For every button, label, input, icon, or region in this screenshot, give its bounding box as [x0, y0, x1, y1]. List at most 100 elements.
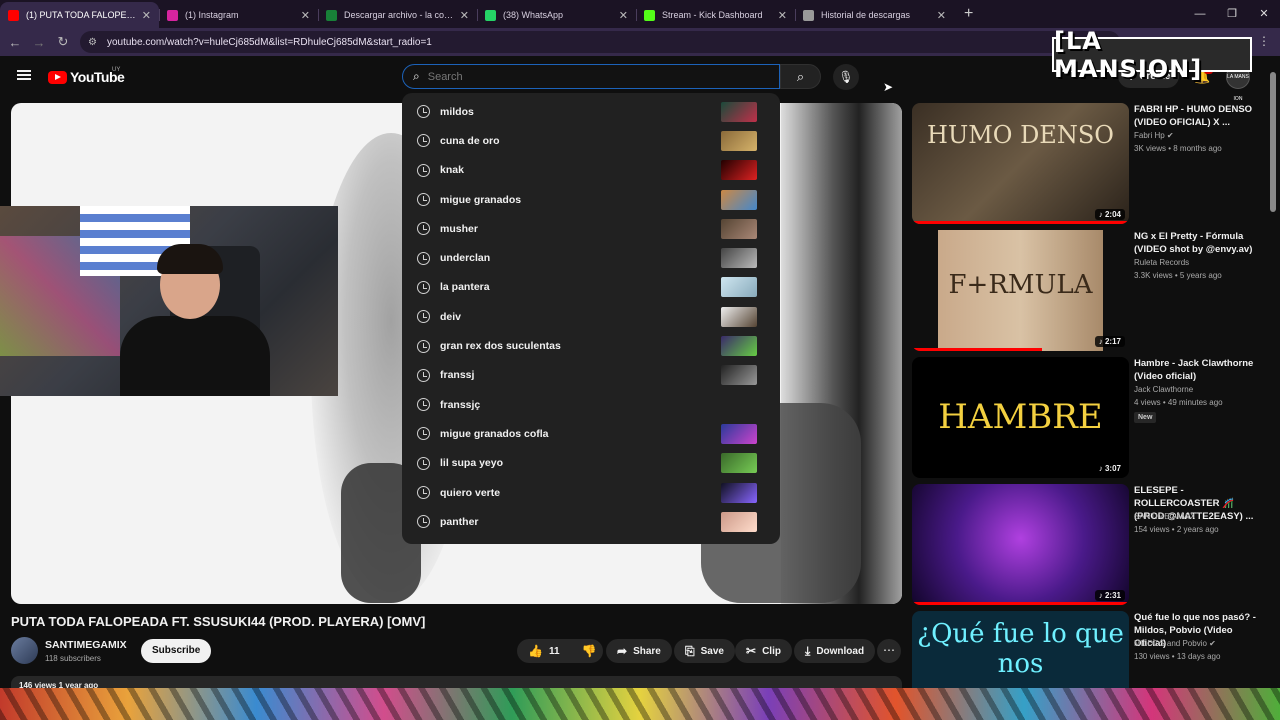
browser-tab[interactable]: (1) Instagram ✕: [159, 2, 318, 28]
window-controls: — ❐ ✕: [1184, 0, 1280, 28]
channel-avatar[interactable]: [11, 637, 38, 664]
suggestion-text: musher: [440, 222, 478, 235]
recommended-title[interactable]: FABRI HP - HUMO DENSO (VIDEO OFICIAL) X …: [1134, 103, 1264, 129]
duration-text: 2:31: [1104, 591, 1121, 600]
tab-title: Historial de descargas: [821, 10, 911, 20]
dislike-button[interactable]: 👎: [571, 639, 608, 663]
close-window-button[interactable]: ✕: [1248, 0, 1280, 28]
download-button[interactable]: ⤓ Download: [794, 639, 876, 663]
recommended-channel[interactable]: Fabri Hp ✔: [1134, 131, 1174, 140]
recommended-video[interactable]: ♪ 2:31 ELESEPE - ROLLERCOASTER 🎢 (PROD @M…: [912, 484, 1272, 605]
history-icon: [417, 222, 430, 236]
kick-icon: [644, 9, 655, 21]
search-suggestion[interactable]: mildos: [402, 97, 780, 126]
search-suggestion[interactable]: panther: [402, 507, 780, 536]
reload-button[interactable]: ↻: [51, 34, 75, 50]
recommended-video[interactable]: HUMO DENSO ♪ 2:04 FABRI HP - HUMO DENSO (V…: [912, 103, 1272, 224]
search-suggestion[interactable]: deiv: [402, 302, 780, 331]
back-button[interactable]: ←: [3, 35, 27, 50]
suggestion-text: migue granados: [440, 193, 522, 206]
search-suggestion[interactable]: franssjç: [402, 390, 780, 419]
browser-tab[interactable]: Stream - Kick Dashboard ✕: [636, 2, 795, 28]
search-suggestion[interactable]: underclan: [402, 243, 780, 272]
search-suggestion[interactable]: migue granados: [402, 185, 780, 214]
search-input[interactable]: [427, 70, 728, 83]
minimize-button[interactable]: —: [1184, 0, 1216, 28]
like-dislike-group: 👍 11 👎: [517, 639, 603, 663]
stream-overlay-banner: [0, 688, 1280, 720]
close-tab-icon[interactable]: ✕: [142, 9, 151, 22]
scrollbar-thumb[interactable]: [1270, 72, 1276, 212]
browser-tab[interactable]: (38) WhatsApp ✕: [477, 2, 636, 28]
duration-badge: ♪ 2:17: [1094, 336, 1125, 347]
search-suggestion[interactable]: musher: [402, 214, 780, 243]
recommended-title[interactable]: Hambre - Jack Clawthorne (Video oficial): [1134, 357, 1264, 383]
voice-search-button[interactable]: 🎙: [833, 64, 859, 90]
video-thumbnail[interactable]: HUMO DENSO ♪ 2:04: [912, 103, 1129, 224]
tab-title: (1) Instagram: [185, 10, 239, 20]
restore-button[interactable]: ❐: [1216, 0, 1248, 28]
search-suggestion[interactable]: quiero verte: [402, 478, 780, 507]
watch-progress-bar: [912, 602, 1129, 605]
hamburger-menu-icon[interactable]: [17, 70, 31, 80]
search-suggestion[interactable]: migue granados cofla: [402, 419, 780, 448]
search-button[interactable]: ⌕: [780, 64, 821, 89]
close-tab-icon[interactable]: ✕: [937, 9, 946, 22]
search-suggestion[interactable]: lil supa yeyo: [402, 449, 780, 478]
clip-button[interactable]: ✂ Clip: [735, 639, 792, 663]
recommended-video[interactable]: HAMBRE ♪ 3:07 Hambre - Jack Clawthorne (Vi…: [912, 357, 1272, 478]
search-suggestion[interactable]: la pantera: [402, 273, 780, 302]
suggestion-thumbnail: [721, 160, 757, 181]
channel-name[interactable]: SANTIMEGAMIX: [45, 639, 127, 651]
browser-menu-icon[interactable]: ⋮: [1258, 34, 1270, 48]
browser-tab[interactable]: (1) PUTA TODA FALOPEADA FT. ✕: [0, 2, 159, 28]
video-thumbnail[interactable]: HAMBRE ♪ 3:07: [912, 357, 1129, 478]
more-actions-icon[interactable]: ⋯: [877, 639, 901, 663]
save-button[interactable]: ⎘ Save: [674, 639, 735, 663]
suggestion-text: migue granados cofla: [440, 427, 549, 440]
mouse-cursor-icon: ➤: [883, 80, 894, 94]
close-tab-icon[interactable]: ✕: [778, 9, 787, 22]
like-button[interactable]: 👍 11: [517, 639, 571, 663]
address-bar[interactable]: ⚙ youtube.com/watch?v=huleCj685dM&list=R…: [80, 31, 1120, 53]
close-tab-icon[interactable]: ✕: [460, 9, 469, 22]
recommended-channel[interactable]: SANTIMEGAMIX: [1134, 512, 1195, 521]
search-icon: ⌕: [413, 69, 420, 83]
search-suggestion[interactable]: knak: [402, 156, 780, 185]
recommended-title[interactable]: NG x El Pretty - Fórmula (VIDEO shot by …: [1134, 230, 1264, 256]
recommended-channel[interactable]: Ruleta Records: [1134, 258, 1189, 267]
site-info-icon[interactable]: ⚙: [88, 37, 97, 48]
suggestion-text: panther: [440, 515, 479, 528]
search-suggestion[interactable]: gran rex dos suculentas: [402, 331, 780, 360]
recommended-channel[interactable]: MILDOS and Pobvio ✔: [1134, 639, 1216, 648]
duration-text: 2:17: [1104, 337, 1121, 346]
browser-tab-strip: (1) PUTA TODA FALOPEADA FT.✕(1) Instagra…: [0, 0, 1280, 28]
video-thumbnail[interactable]: F+RMULA ♪ 2:17: [912, 230, 1129, 351]
search-box[interactable]: ⌕: [402, 64, 780, 89]
search-suggestion[interactable]: franssj: [402, 361, 780, 390]
recommended-channel[interactable]: Jack Clawthorne: [1134, 385, 1193, 394]
duration-badge: ♪ 3:07: [1094, 463, 1125, 474]
tab-title: (1) PUTA TODA FALOPEADA FT.: [26, 10, 138, 20]
recommended-views: 3.3K views • 5 years ago: [1134, 271, 1222, 280]
browser-tab[interactable]: Historial de descargas ✕: [795, 2, 954, 28]
share-button[interactable]: ➦ Share: [606, 639, 672, 663]
browser-tab[interactable]: Descargar archivo - la conversi ✕: [318, 2, 477, 28]
page-scrollbar[interactable]: [1270, 62, 1276, 682]
suggestion-thumbnail: [721, 336, 757, 357]
tab-title: Stream - Kick Dashboard: [662, 10, 763, 20]
streamer-body: [120, 316, 270, 396]
close-tab-icon[interactable]: ✕: [619, 9, 628, 22]
video-thumbnail[interactable]: ♪ 2:31: [912, 484, 1129, 605]
new-tab-button[interactable]: +: [964, 5, 973, 23]
history-icon: [417, 427, 430, 441]
search-suggestion[interactable]: cuna de oro: [402, 126, 780, 155]
close-tab-icon[interactable]: ✕: [301, 9, 310, 22]
subscribe-button[interactable]: Subscribe: [141, 639, 212, 663]
recommended-views: 154 views • 2 years ago: [1134, 525, 1219, 534]
forward-button[interactable]: →: [27, 35, 51, 50]
channel-name-text: Fabri Hp: [1134, 131, 1165, 140]
thumbnail-text: F+RMULA: [948, 270, 1093, 300]
youtube-logo[interactable]: YouTube UY: [48, 67, 125, 85]
recommended-video[interactable]: F+RMULA ♪ 2:17 NG x El Pretty - Fórmula (V…: [912, 230, 1272, 351]
